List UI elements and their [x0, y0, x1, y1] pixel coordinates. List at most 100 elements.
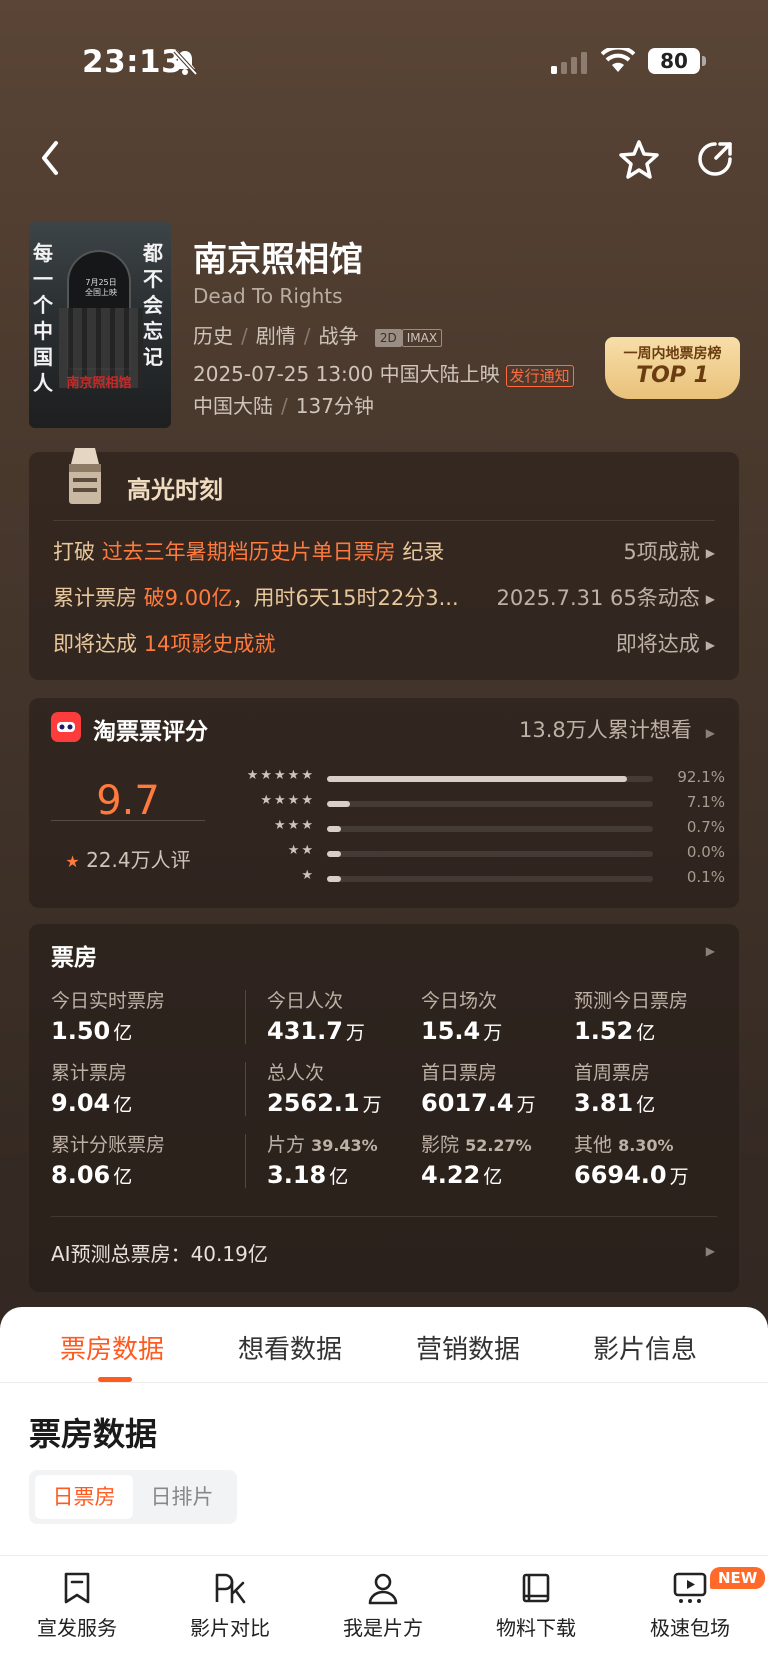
boxoffice-stat: 今日实时票房 1.50 亿	[51, 986, 211, 1045]
nav-material-download[interactable]: 物料下载	[471, 1570, 601, 1641]
highlight-row[interactable]: 累计票房 破9.00亿，用时6天15时22分3... 2025.7.31 65条…	[53, 582, 715, 612]
genre: 剧情	[255, 324, 296, 348]
stat-unit: 万	[345, 1022, 365, 1044]
divider	[51, 820, 205, 821]
boxoffice-stat: 累计票房 9.04 亿	[51, 1058, 211, 1117]
highlight-row[interactable]: 打破 过去三年暑期档历史片单日票房 纪录 5项成就 ▶	[53, 536, 715, 566]
stat-label: 首周票房	[574, 1058, 734, 1085]
stat-value: 3.18 亿	[267, 1161, 427, 1189]
person-icon	[368, 1573, 398, 1605]
stat-value: 15.4 万	[421, 1017, 581, 1045]
divider	[51, 1216, 717, 1217]
stat-label-text: 影院	[421, 1134, 460, 1156]
release-info: 2025-07-25 13:00 中国大陆上映 发行通知	[193, 358, 574, 387]
stat-label-text: 首日票房	[421, 1062, 498, 1084]
stat-unit: 亿	[329, 1166, 349, 1188]
boxoffice-stat: 首日票房 6017.4 万	[421, 1058, 581, 1117]
stat-label: 预测今日票房	[574, 986, 734, 1013]
tab-want-data[interactable]: 想看数据	[238, 1329, 342, 1366]
boxoffice-stat: 其他 8.30% 6694.0 万	[574, 1130, 734, 1189]
rating-percent: 0.0%	[686, 843, 725, 861]
rating-card[interactable]: 淘票票评分 13.8万人累计想看 ▶ 9.7 ★ 22.4万人评 ★★★★★ 92.…	[29, 698, 739, 908]
highlight-right-label: 即将达成	[615, 632, 700, 656]
rating-bar-track	[327, 776, 653, 782]
nav-movie-compare[interactable]: 影片对比	[165, 1570, 295, 1641]
book-icon	[522, 1573, 550, 1603]
stat-unit: 亿	[113, 1166, 133, 1188]
release-notice-tag[interactable]: 发行通知	[505, 364, 574, 387]
triangle-right-icon[interactable]: ▶	[706, 944, 715, 958]
rating-bar-fill	[327, 776, 628, 782]
stat-unit: 亿	[113, 1022, 133, 1044]
stat-label-share: 8.30%	[618, 1136, 674, 1155]
highlights-card: 高光时刻 打破 过去三年暑期档历史片单日票房 纪录 5项成就 ▶ 累计票房 破9.…	[29, 448, 739, 680]
triangle-right-icon: ▶	[705, 592, 715, 606]
stat-label-text: 其他	[574, 1134, 613, 1156]
stat-number: 4.22	[421, 1161, 481, 1189]
want-to-see-link[interactable]: 13.8万人累计想看 ▶	[519, 714, 715, 744]
divider	[245, 990, 246, 1044]
highlight-right[interactable]: 即将达成 ▶	[616, 628, 715, 658]
stat-value: 3.81 亿	[574, 1089, 734, 1117]
boxoffice-stat: 片方 39.43% 3.18 亿	[267, 1130, 427, 1189]
stat-number: 1.52	[574, 1017, 634, 1045]
rating-stars: ★★★★★	[246, 768, 315, 783]
movie-poster[interactable]: 7月25日 全国上映 每一个中国人 都不会忘记 南京照相馆	[29, 222, 171, 428]
stat-unit: 亿	[113, 1094, 133, 1116]
rating-stars: ★★★★	[260, 793, 315, 808]
highlight-right-label: 5项成就	[623, 540, 700, 564]
nav-i-am-producer[interactable]: 我是片方	[318, 1570, 448, 1641]
stat-unit: 万	[516, 1094, 536, 1116]
stat-value: 431.7 万	[267, 1017, 427, 1045]
boxoffice-card[interactable]: 票房 ▶ 今日实时票房 1.50 亿今日人次 431.7 万今日场次 15.4 万预测…	[29, 924, 739, 1292]
highlight-prefix: 累计票房	[53, 586, 144, 610]
stat-label-text: 累计分账票房	[51, 1134, 166, 1156]
top1-badge[interactable]: 一周内地票房榜 TOP 1	[605, 337, 740, 399]
rating-stars: ★★	[287, 843, 315, 858]
tab-boxoffice-data[interactable]: 票房数据	[60, 1329, 164, 1366]
back-chevron-icon[interactable]	[36, 138, 66, 178]
segmented-control: 日票房 日排片	[29, 1470, 237, 1524]
tab-movie-info[interactable]: 影片信息	[593, 1329, 697, 1366]
poster-right-text: 都不会忘记	[143, 241, 163, 369]
highlight-right[interactable]: 5项成就 ▶	[623, 536, 715, 566]
tab-marketing-data[interactable]: 营销数据	[416, 1329, 520, 1366]
format-imax-tag: IMAX	[401, 328, 443, 347]
highlight-row[interactable]: 即将达成 14项影史成就 即将达成 ▶	[53, 628, 715, 658]
tab-bar: 票房数据 想看数据 营销数据 影片信息	[0, 1307, 768, 1383]
rating-bar-row: ★★★★ 7.1%	[225, 793, 725, 815]
ai-prediction: AI预测总票房：40.19亿	[51, 1242, 268, 1266]
stat-label: 今日实时票房	[51, 986, 211, 1013]
rating-bar-track	[327, 801, 653, 807]
stat-value: 6694.0 万	[574, 1161, 734, 1189]
stat-label-text: 累计票房	[51, 1062, 128, 1084]
segment-daily-schedule[interactable]: 日排片	[133, 1475, 231, 1519]
favorite-star-icon[interactable]	[618, 138, 660, 180]
rating-percent: 92.1%	[677, 768, 725, 786]
stat-label-text: 今日场次	[421, 990, 498, 1012]
divider	[53, 520, 715, 521]
rating-title: 淘票票评分	[93, 719, 208, 745]
segment-daily-boxoffice[interactable]: 日票房	[35, 1475, 133, 1519]
rating-bar-row: ★★★★★ 92.1%	[225, 768, 725, 790]
film-clapper-icon	[69, 448, 101, 504]
rating-bar-track	[327, 876, 653, 882]
nav-publicity-service[interactable]: 宣发服务	[12, 1570, 142, 1641]
rating-stars: ★★★	[274, 818, 315, 833]
stat-unit: 亿	[636, 1094, 656, 1116]
triangle-right-icon[interactable]: ▶	[706, 1244, 715, 1258]
genre: 历史	[193, 324, 233, 348]
pk-icon	[215, 1573, 246, 1604]
status-bar: 23:13 80	[0, 40, 768, 88]
battery-tip	[702, 56, 706, 66]
clock: 23:13	[82, 44, 184, 80]
stat-label-text: 预测今日票房	[574, 990, 689, 1012]
share-icon[interactable]	[694, 138, 736, 180]
stat-number: 9.04	[51, 1089, 111, 1117]
bell-muted-icon	[173, 49, 198, 76]
triangle-right-icon: ▶	[705, 546, 715, 560]
stat-unit: 万	[669, 1166, 689, 1188]
stat-value: 4.22 亿	[421, 1161, 581, 1189]
highlight-right[interactable]: 2025.7.31 65条动态 ▶	[496, 582, 715, 612]
stat-value: 8.06 亿	[51, 1161, 211, 1189]
